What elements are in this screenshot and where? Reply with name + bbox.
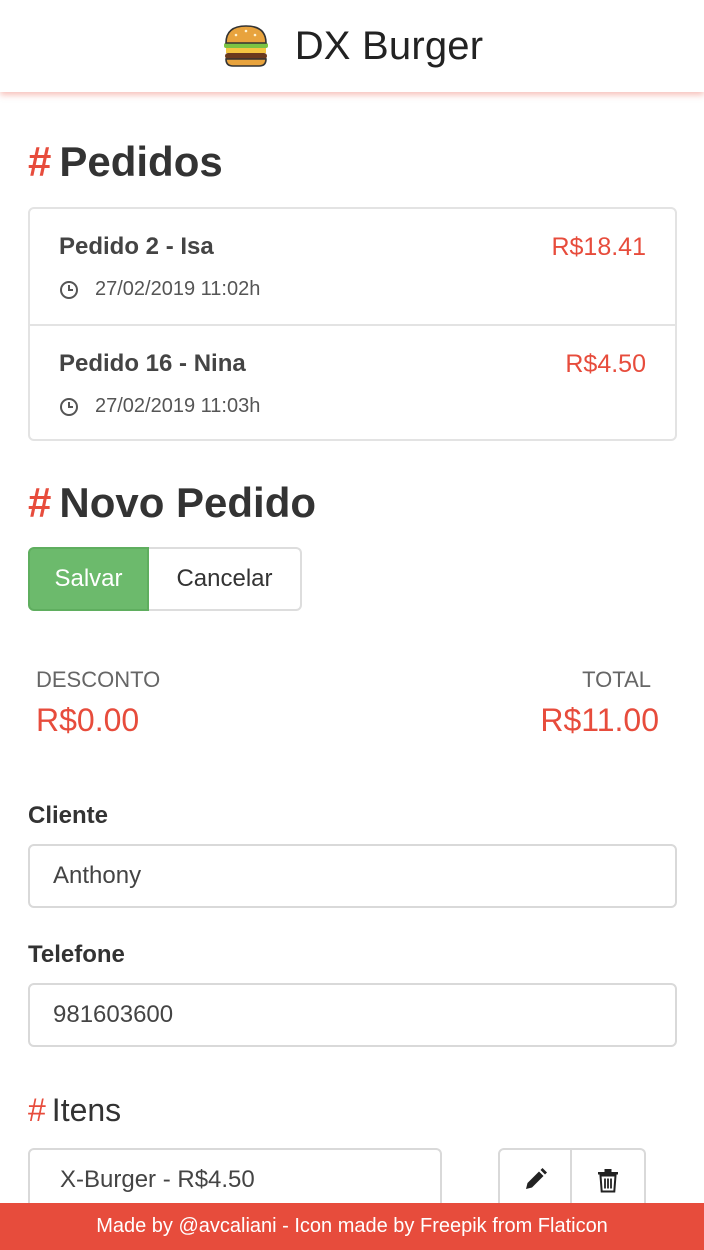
total-value: R$11.00 xyxy=(540,702,659,738)
order-time: 27/02/2019 11:02h xyxy=(59,278,260,301)
discount-value: R$0.00 xyxy=(36,702,140,738)
trash-icon xyxy=(598,1169,618,1193)
footer-credits: Made by @avcaliani - Icon made by Freepi… xyxy=(96,1215,608,1237)
order-time: 27/02/2019 11:03h xyxy=(59,395,260,418)
pencil-icon xyxy=(526,1168,547,1189)
orders-list: Pedido 2 - Isa R$18.41 27/02/2019 11:02h… xyxy=(28,207,677,441)
clock-icon xyxy=(60,397,78,416)
item-label: X-Burger - R$4.50 xyxy=(60,1166,255,1193)
order-item[interactable]: Pedido 16 - Nina R$4.50 27/02/2019 11:03… xyxy=(30,324,675,439)
cancel-button[interactable]: Cancelar xyxy=(149,547,302,611)
orders-heading: # Pedidos xyxy=(28,138,223,186)
order-title: Pedido 2 - Isa xyxy=(59,233,214,260)
discount-label: DESCONTO xyxy=(36,667,161,692)
order-price: R$4.50 xyxy=(565,350,646,378)
footer: Made by @avcaliani - Icon made by Freepi… xyxy=(0,1203,704,1250)
clock-icon xyxy=(60,280,78,299)
app-title: DX Burger xyxy=(294,23,484,68)
items-title: Itens xyxy=(51,1092,122,1128)
form-actions: Salvar Cancelar xyxy=(28,547,302,611)
client-label: Cliente xyxy=(28,802,109,829)
save-button[interactable]: Salvar xyxy=(28,547,149,611)
items-heading: # Itens xyxy=(28,1092,121,1129)
order-title: Pedido 16 - Nina xyxy=(59,350,246,377)
heading-hash: # xyxy=(28,479,52,526)
order-item[interactable]: Pedido 2 - Isa R$18.41 27/02/2019 11:02h xyxy=(30,209,675,324)
order-price: R$18.41 xyxy=(551,233,646,261)
orders-title: Pedidos xyxy=(59,138,223,185)
phone-input[interactable] xyxy=(28,983,677,1047)
heading-hash: # xyxy=(28,138,52,185)
total-label: TOTAL xyxy=(582,667,651,692)
burger-icon xyxy=(223,25,268,67)
phone-label: Telefone xyxy=(28,941,125,968)
app-header: DX Burger xyxy=(0,0,704,92)
order-time-text: 27/02/2019 11:02h xyxy=(95,278,261,300)
order-time-text: 27/02/2019 11:03h xyxy=(95,395,261,417)
new-order-heading: # Novo Pedido xyxy=(28,479,316,527)
client-input[interactable] xyxy=(28,844,677,908)
heading-hash: # xyxy=(28,1092,46,1128)
new-order-title: Novo Pedido xyxy=(59,479,317,526)
